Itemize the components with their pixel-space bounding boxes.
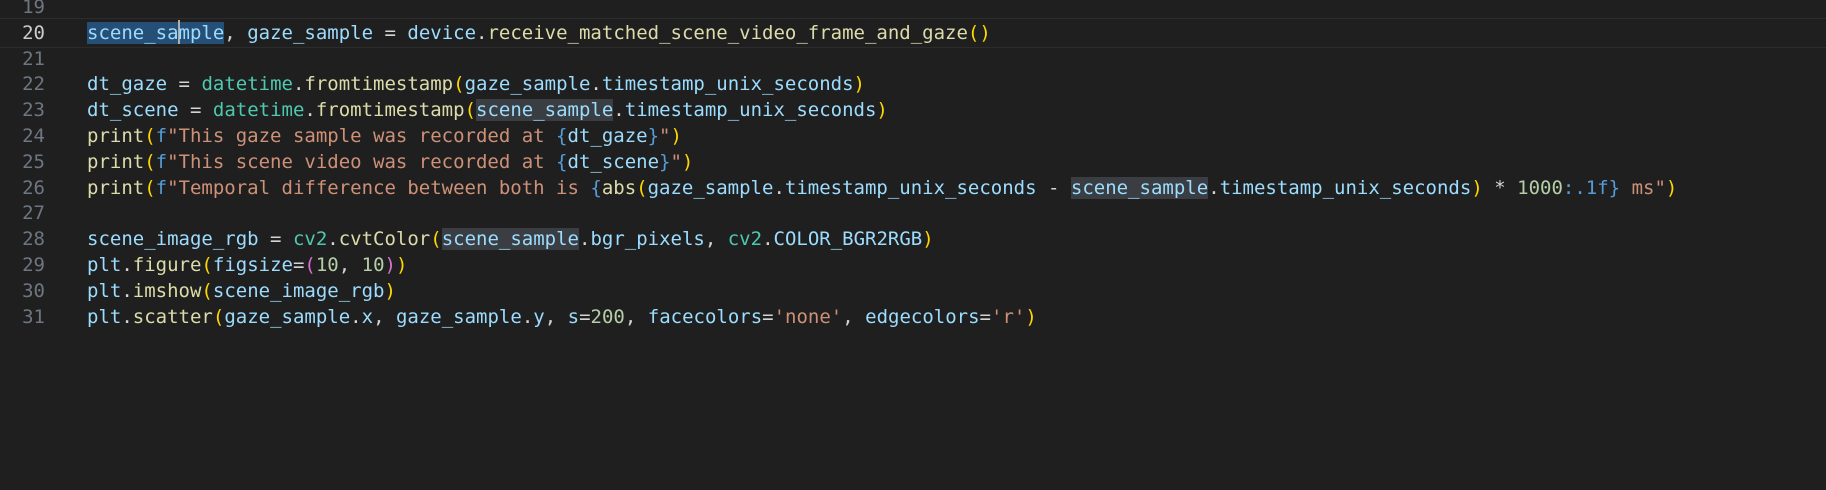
code-editor[interactable]: 19 20 scene_sample, gaze_sample = device.r…	[0, 0, 1826, 490]
text-cursor	[177, 19, 180, 44]
code-text[interactable]: plt.scatter(gaze_sample.x, gaze_sample.y…	[87, 302, 1037, 332]
code-line-31[interactable]: 31 plt.scatter(gaze_sample.x, gaze_sample…	[0, 302, 1826, 332]
line-number: 31	[22, 305, 45, 328]
